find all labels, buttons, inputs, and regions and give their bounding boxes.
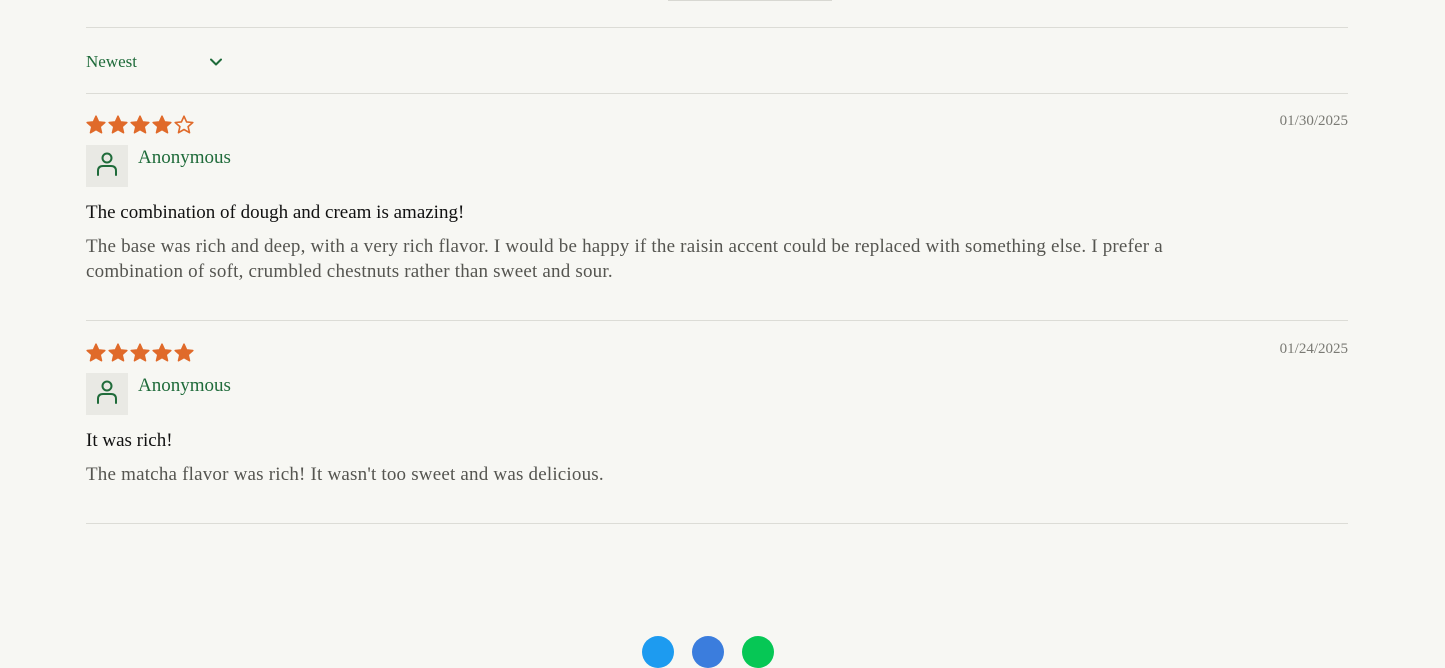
share-facebook-button[interactable] (692, 636, 724, 668)
share-buttons (642, 636, 774, 668)
star-filled-icon (108, 343, 128, 363)
review-date: 01/24/2025 (1279, 341, 1348, 357)
reviews-section: Newest 01/30/2025 Anonymous The combinat… (86, 27, 1348, 524)
review-author: Anonymous (86, 373, 1348, 415)
star-filled-icon (86, 343, 106, 363)
star-filled-icon (174, 343, 194, 363)
sort-label: Newest (86, 51, 137, 71)
star-rating (86, 114, 1348, 136)
author-name: Anonymous (138, 375, 231, 396)
user-icon (95, 151, 119, 182)
sort-row: Newest (86, 28, 1348, 93)
share-line-button[interactable] (742, 636, 774, 668)
review-item: 01/24/2025 Anonymous It was rich! The ma… (86, 321, 1348, 523)
author-name: Anonymous (138, 147, 231, 168)
share-twitter-button[interactable] (642, 636, 674, 668)
star-filled-icon (130, 115, 150, 135)
review-author: Anonymous (86, 145, 1348, 187)
review-body: The matcha flavor was rich! It wasn't to… (86, 463, 604, 485)
star-filled-icon (130, 343, 150, 363)
star-filled-icon (86, 115, 106, 135)
top-tab-indicator (668, 0, 832, 1)
review-body: The base was rich and deep, with a very … (86, 235, 1163, 282)
review-date: 01/30/2025 (1279, 113, 1348, 129)
review-title: It was rich! (86, 430, 173, 451)
avatar (86, 145, 128, 187)
review-title: The combination of dough and cream is am… (86, 202, 465, 223)
user-icon (95, 379, 119, 410)
star-filled-icon (108, 115, 128, 135)
sort-dropdown[interactable]: Newest (86, 52, 224, 72)
avatar (86, 373, 128, 415)
star-filled-icon (152, 115, 172, 135)
chevron-down-icon (208, 54, 224, 70)
star-rating (86, 342, 1348, 364)
star-outline-icon (174, 115, 194, 135)
star-filled-icon (152, 343, 172, 363)
divider (86, 523, 1348, 524)
review-item: 01/30/2025 Anonymous The combination of … (86, 94, 1348, 320)
